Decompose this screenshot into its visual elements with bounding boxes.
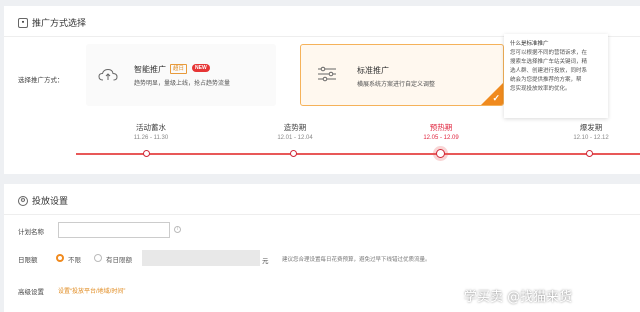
smart-promo-desc: 趋势明显，量级上线，抢占趋势流量 [134,81,231,87]
settings-icon: ⚙ [18,195,28,206]
select-method-label: 选择推广方式： [18,77,64,84]
stage-name: 爆发期 [579,123,603,132]
new-badge: NEW [192,64,210,72]
watermark: 学买卖 @找猫来货 [464,290,573,305]
stage-date: 12.10 - 12.12 [573,135,609,141]
promo-method-panel: ▪ 推广方式选择 选择推广方式： 智能推广 超日 NEW 趋势明显，量级上线，抢… [4,6,640,174]
advanced-settings-link[interactable]: 设置“投放平台/地域/时间” [58,286,125,295]
daily-budget-label: 日限额 [18,257,38,264]
tooltip-line: 统会为您提供推荐的方案，帮 [510,77,582,83]
hot-tag: 超日 [170,64,188,74]
advanced-settings-label: 高级设置 [18,289,44,296]
timeline-dot-active[interactable] [436,149,445,158]
cloud-icon [98,68,118,81]
launch-section-header: ⚙ 投放设置 [18,194,68,207]
timeline-dot[interactable] [290,150,297,157]
sliders-icon [318,66,336,82]
stage-name: 预热期 [429,123,453,132]
timeline-track [76,153,640,155]
promo-section-header: ▪ 推广方式选择 [18,16,86,29]
tooltip-line: 您可以根据不同的营销诉求，在 [510,50,588,56]
stage-date: 12.05 - 12.09 [423,135,459,141]
section-divider [4,214,640,215]
timeline-stage-momentum[interactable]: 造势期 12.01 - 12.04 [250,122,340,141]
info-icon[interactable]: i [174,226,181,233]
radio-unlimited[interactable] [56,254,64,262]
radio-daily-limit[interactable] [94,254,102,262]
standard-promo-title: 标准推广 [357,66,389,75]
plan-name-input[interactable] [58,222,170,238]
stage-date: 12.01 - 12.04 [277,135,313,141]
radio-daily-limit-label: 有日限额 [106,257,132,264]
promo-section-title: 推广方式选择 [32,18,87,28]
stage-date: 11.26 - 11.30 [133,135,169,141]
timeline-dot[interactable] [586,150,593,157]
stage-name: 造势期 [283,123,307,132]
daily-budget-input[interactable] [142,250,260,266]
standard-promo-card[interactable]: 标准推广 横展系统方案进行自定义调整 ✓ [300,44,504,106]
timeline-stage-burst[interactable]: 爆发期 12.10 - 12.12 [546,122,636,141]
standard-promo-desc: 横展系统方案进行自定义调整 [357,82,436,88]
tooltip-line: 您实现投放效率的优化。 [510,86,571,92]
smart-promo-card[interactable]: 智能推广 超日 NEW 趋势明显，量级上线，抢占趋势流量 [86,44,276,106]
smart-promo-title: 智能推广 [134,65,166,74]
currency-unit: 元 [262,258,269,265]
check-icon: ✓ [492,93,500,103]
timeline-stage-activity[interactable]: 活动蓄水 11.26 - 11.30 [106,122,196,141]
grid-icon: ▪ [18,17,28,28]
tooltip-line: 搜索车选择推广车站关键词，精 [510,59,588,65]
tooltip-line: 选人群、创建进行投放，同时系 [510,68,588,74]
launch-section-title: 投放设置 [32,196,69,206]
timeline-stage-warmup[interactable]: 预热期 12.05 - 12.09 [396,122,486,141]
timeline-dot[interactable] [143,150,150,157]
plan-name-label: 计划名称 [18,229,44,236]
radio-unlimited-label: 不限 [68,257,81,264]
stage-name: 活动蓄水 [136,123,166,132]
tooltip-title: 什么是标准推广 [510,41,549,47]
standard-promo-tooltip: 什么是标准推广 您可以根据不同的营销诉求，在 搜索车选择推广车站关键词，精 选人… [504,34,608,118]
budget-hint: 建议您合理设置每日花费预算，避免过早下线错过优质流量。 [282,257,431,263]
